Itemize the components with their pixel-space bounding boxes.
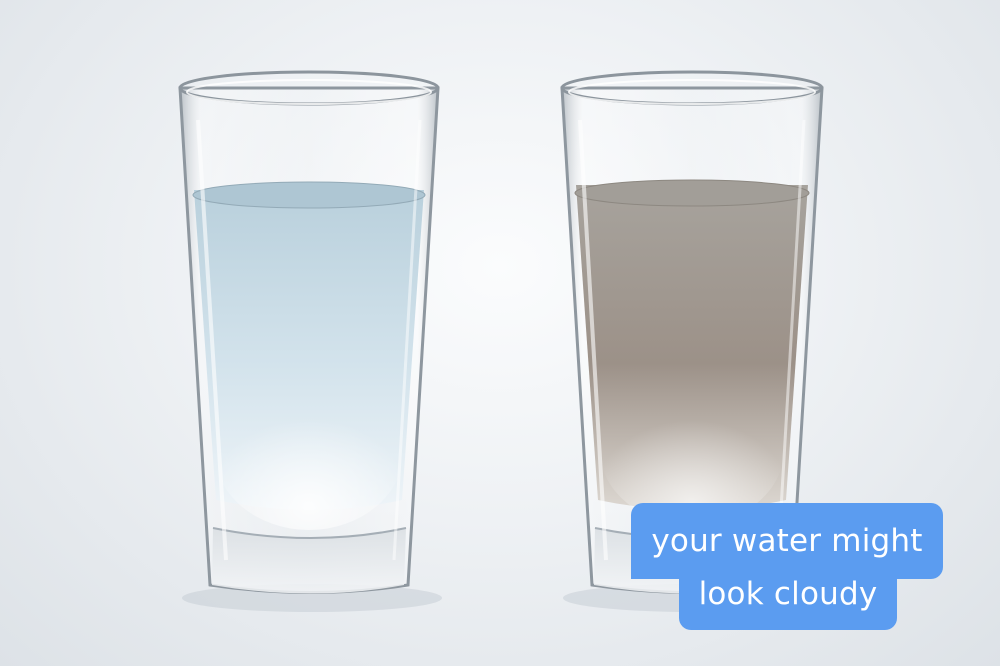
clear-water-surface (192, 181, 426, 209)
caption-line-2: look cloudy (679, 569, 897, 630)
caption-line-1: your water might (631, 503, 943, 579)
cloudy-water-surface (574, 179, 810, 207)
clear-water-glass (178, 70, 440, 594)
caption-bubble: your water might look cloudy (631, 503, 943, 630)
